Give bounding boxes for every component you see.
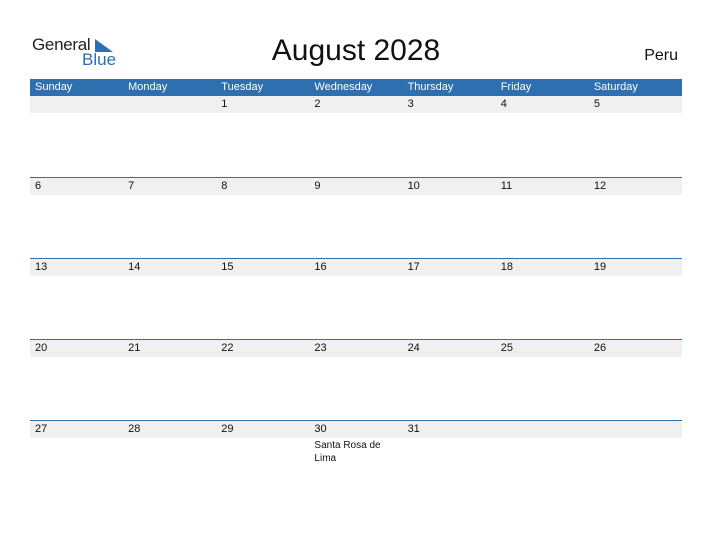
calendar-grid: Sunday Monday Tuesday Wednesday Thursday…: [30, 79, 682, 501]
day-number: 4: [500, 98, 507, 110]
holiday-label: [496, 357, 589, 358]
holiday-label: [30, 113, 123, 114]
weekday-label: Tuesday: [221, 81, 264, 93]
holiday-label: [309, 357, 402, 358]
date-strip: 13 14 15 16 17 18 19: [30, 259, 682, 276]
week-row: 1 2 3 4 5: [30, 96, 682, 177]
day-number: 22: [221, 342, 234, 354]
holiday-label: Santa Rosa de Lima: [314, 440, 381, 464]
holiday-label: [216, 276, 309, 277]
day-number: [589, 421, 682, 438]
holiday-label: [123, 357, 216, 358]
holiday-label: [123, 276, 216, 277]
day-number: [123, 96, 216, 113]
day-number: [30, 96, 123, 113]
date-strip: 27 28 29 30 31: [30, 421, 682, 438]
page-title: August 2028: [271, 34, 441, 67]
holiday-label: [123, 113, 216, 114]
day-number: 23: [314, 342, 327, 354]
holiday-label: [309, 195, 402, 196]
day-number: 9: [314, 180, 321, 192]
day-number: 10: [407, 180, 420, 192]
weekday-header: Sunday Monday Tuesday Wednesday Thursday…: [30, 79, 682, 96]
day-number: 15: [221, 261, 234, 273]
holiday-label: [403, 438, 496, 465]
day-number: 28: [128, 423, 141, 435]
holiday-label: [123, 438, 216, 465]
holiday-label: [403, 113, 496, 114]
holiday-label: [589, 438, 682, 465]
events-row: [30, 113, 682, 114]
day-number: 3: [407, 98, 414, 110]
events-row: [30, 195, 682, 196]
events-row: [30, 276, 682, 277]
week-row: 20 21 22 23 24 25 26: [30, 339, 682, 420]
day-number: 2: [314, 98, 321, 110]
holiday-label: [403, 357, 496, 358]
weekday-label: Friday: [500, 81, 532, 93]
day-number: 12: [593, 180, 607, 192]
date-strip: 1 2 3 4 5: [30, 96, 682, 113]
day-number: 29: [221, 423, 234, 435]
holiday-label: [496, 195, 589, 196]
holiday-label: [589, 357, 682, 358]
day-number: 26: [593, 342, 607, 354]
holiday-label: [496, 113, 589, 114]
holiday-label: [496, 438, 589, 465]
weekday-label: Sunday: [35, 81, 73, 93]
week-row: 27 28 29 30 31 Santa Rosa de Lima: [30, 420, 682, 501]
holiday-label: [216, 195, 309, 196]
weekday-label: Saturday: [593, 81, 638, 93]
events-row: Santa Rosa de Lima: [30, 438, 682, 465]
date-strip: 6 7 8 9 10 11 12: [30, 178, 682, 195]
holiday-label: [309, 113, 402, 114]
weekday-label: Monday: [128, 81, 168, 93]
day-number: 17: [407, 261, 420, 273]
day-number: 16: [314, 261, 327, 273]
week-row: 6 7 8 9 10 11 12: [30, 177, 682, 258]
events-row: [30, 357, 682, 358]
date-strip: 20 21 22 23 24 25 26: [30, 340, 682, 357]
holiday-label: [309, 276, 402, 277]
day-number: 11: [500, 180, 513, 192]
day-number: 18: [500, 261, 513, 273]
day-number: 31: [407, 423, 420, 435]
day-number: [496, 421, 589, 438]
holiday-label: [589, 113, 682, 114]
holiday-label: [30, 438, 123, 465]
day-number: 13: [35, 261, 48, 273]
day-number: 1: [221, 98, 228, 110]
day-number: 7: [128, 180, 135, 192]
day-number: 27: [35, 423, 48, 435]
holiday-label: [403, 195, 496, 196]
day-number: 25: [500, 342, 513, 354]
holiday-label: [30, 357, 123, 358]
day-number: 5: [593, 98, 600, 110]
day-number: 21: [128, 342, 141, 354]
day-number: 24: [407, 342, 420, 354]
holiday-label: [30, 276, 123, 277]
country-label: Peru: [644, 47, 678, 64]
weekday-label: Wednesday: [314, 81, 373, 93]
day-number: 20: [35, 342, 48, 354]
weekday-label: Thursday: [407, 81, 454, 93]
holiday-label: [123, 195, 216, 196]
holiday-label: [403, 276, 496, 277]
day-number: 8: [221, 180, 228, 192]
holiday-label: [589, 276, 682, 277]
day-number: 6: [35, 180, 42, 192]
day-number: 19: [593, 261, 607, 273]
holiday-label: [589, 195, 682, 196]
holiday-label: [496, 276, 589, 277]
week-row: 13 14 15 16 17 18 19: [30, 258, 682, 339]
day-number: 30: [314, 423, 327, 435]
day-number: 14: [128, 261, 141, 273]
holiday-label: [216, 113, 309, 114]
holiday-label: [216, 357, 309, 358]
holiday-label: [216, 438, 309, 465]
holiday-label: [30, 195, 123, 196]
